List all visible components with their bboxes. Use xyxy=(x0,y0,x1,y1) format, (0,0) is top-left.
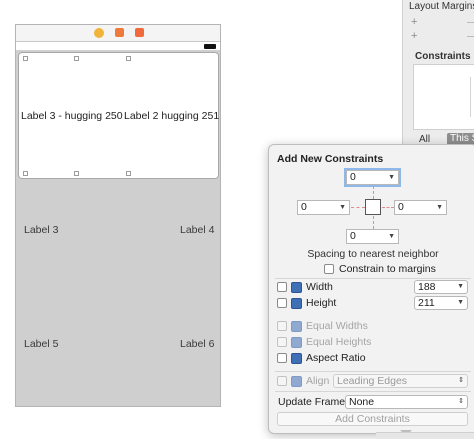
layout-margins-label: Layout Margins xyxy=(409,1,474,12)
bottom-constraint-strut[interactable] xyxy=(373,216,374,229)
trailing-spacing-value: 0 xyxy=(398,201,404,213)
top-constraint-strut[interactable] xyxy=(373,186,374,199)
align-icon xyxy=(291,376,302,387)
width-icon xyxy=(291,282,302,293)
update-frames-value: None xyxy=(349,396,375,408)
chevron-down-icon[interactable]: ▼ xyxy=(436,201,443,214)
view-controller-icon[interactable] xyxy=(94,28,104,38)
label-3[interactable]: Label 3 xyxy=(24,224,58,236)
popover-title: Add New Constraints xyxy=(277,153,384,165)
chevron-down-icon[interactable]: ▼ xyxy=(388,230,395,243)
bottom-spacing-value: 0 xyxy=(350,230,356,242)
leading-spacing-field[interactable]: 0 ▼ xyxy=(297,200,350,215)
width-label: Width xyxy=(306,281,333,293)
update-frames-label: Update Frames xyxy=(278,396,351,408)
view-preview-box xyxy=(365,199,381,215)
chevron-updown-icon[interactable]: ⇕ xyxy=(458,375,464,387)
resize-handle-top-left[interactable] xyxy=(23,56,28,61)
exit-icon[interactable] xyxy=(135,28,144,37)
divider xyxy=(275,278,471,279)
chevron-updown-icon[interactable]: ⇕ xyxy=(458,396,464,408)
add-constraints-popover: Add New Constraints 0 ▼ 0 ▼ 0 ▼ 0 ▼ Spac… xyxy=(268,144,474,434)
aspect-ratio-label: Aspect Ratio xyxy=(306,352,366,364)
bottom-spacing-field[interactable]: 0 ▼ xyxy=(346,229,399,244)
add-constraints-button[interactable]: Add Constraints xyxy=(277,412,468,426)
align-checkbox[interactable] xyxy=(277,376,287,386)
constrain-margins-checkbox[interactable] xyxy=(324,264,334,274)
update-frames-select[interactable]: None ⇕ xyxy=(345,395,468,409)
height-icon xyxy=(291,298,302,309)
divider xyxy=(275,371,471,372)
aspect-ratio-icon xyxy=(291,353,302,364)
chevron-down-icon[interactable]: ▼ xyxy=(457,297,464,309)
divider xyxy=(275,391,471,392)
label-hugging-251[interactable]: Label 2 hugging 251 xyxy=(124,110,219,122)
top-spacing-field[interactable]: 0 ▼ xyxy=(346,170,399,185)
label-4[interactable]: Label 4 xyxy=(180,224,214,236)
equal-heights-label: Equal Heights xyxy=(306,336,372,348)
equal-widths-checkbox[interactable] xyxy=(277,321,287,331)
chevron-down-icon[interactable]: ▼ xyxy=(457,281,464,293)
leading-constraint-strut[interactable] xyxy=(351,207,365,208)
label-5[interactable]: Label 5 xyxy=(24,338,58,350)
label-hugging-250[interactable]: Label 3 - hugging 250 xyxy=(21,110,123,122)
equal-heights-checkbox[interactable] xyxy=(277,337,287,347)
storyboard-scene[interactable]: Label 3 - hugging 250 Label 2 hugging 25… xyxy=(15,24,221,407)
constrain-margins-label: Constrain to margins xyxy=(339,263,436,275)
status-bar xyxy=(16,42,220,50)
divider xyxy=(467,36,474,37)
trailing-spacing-field[interactable]: 0 ▼ xyxy=(394,200,447,215)
align-select[interactable]: Leading Edges ⇕ xyxy=(333,374,468,388)
constraint-line xyxy=(470,77,471,117)
label-6[interactable]: Label 6 xyxy=(180,338,214,350)
align-label: Align xyxy=(306,375,330,387)
width-checkbox[interactable] xyxy=(277,282,287,292)
width-value-field[interactable]: 188 ▼ xyxy=(414,280,468,294)
top-spacing-value: 0 xyxy=(350,171,356,183)
constraints-section-title: Constraints xyxy=(415,51,471,62)
height-value-field[interactable]: 211 ▼ xyxy=(414,296,468,310)
aspect-ratio-checkbox[interactable] xyxy=(277,353,287,363)
first-responder-icon[interactable] xyxy=(115,28,124,37)
equal-widths-icon xyxy=(291,321,302,332)
spacing-label: Spacing to nearest neighbor xyxy=(307,248,439,260)
trailing-constraint-strut[interactable] xyxy=(382,207,394,208)
chevron-down-icon[interactable]: ▼ xyxy=(388,171,395,184)
scene-dock xyxy=(16,25,220,42)
height-checkbox[interactable] xyxy=(277,298,287,308)
equal-widths-label: Equal Widths xyxy=(306,320,368,332)
resize-handle-top-mid-2[interactable] xyxy=(126,56,131,61)
canvas-bottom-bar xyxy=(376,432,474,439)
width-value: 188 xyxy=(418,281,436,293)
size-inspector: Layout Margins + + Constraints All This … xyxy=(402,0,474,150)
leading-spacing-value: 0 xyxy=(301,201,307,213)
chevron-down-icon[interactable]: ▼ xyxy=(339,201,346,214)
equal-heights-icon xyxy=(291,337,302,348)
battery-icon xyxy=(204,44,216,49)
constraints-preview xyxy=(413,64,474,130)
resize-handle-bottom-mid-2[interactable] xyxy=(126,171,131,176)
resize-handle-bottom-left[interactable] xyxy=(23,171,28,176)
divider xyxy=(467,22,474,23)
height-value: 211 xyxy=(418,297,435,309)
align-value: Leading Edges xyxy=(337,375,408,387)
resize-handle-top-mid[interactable] xyxy=(74,56,79,61)
resize-handle-bottom-mid[interactable] xyxy=(74,171,79,176)
add-margin-plus-2[interactable]: + xyxy=(411,30,417,42)
add-margin-plus[interactable]: + xyxy=(411,16,417,28)
height-label: Height xyxy=(306,297,337,309)
